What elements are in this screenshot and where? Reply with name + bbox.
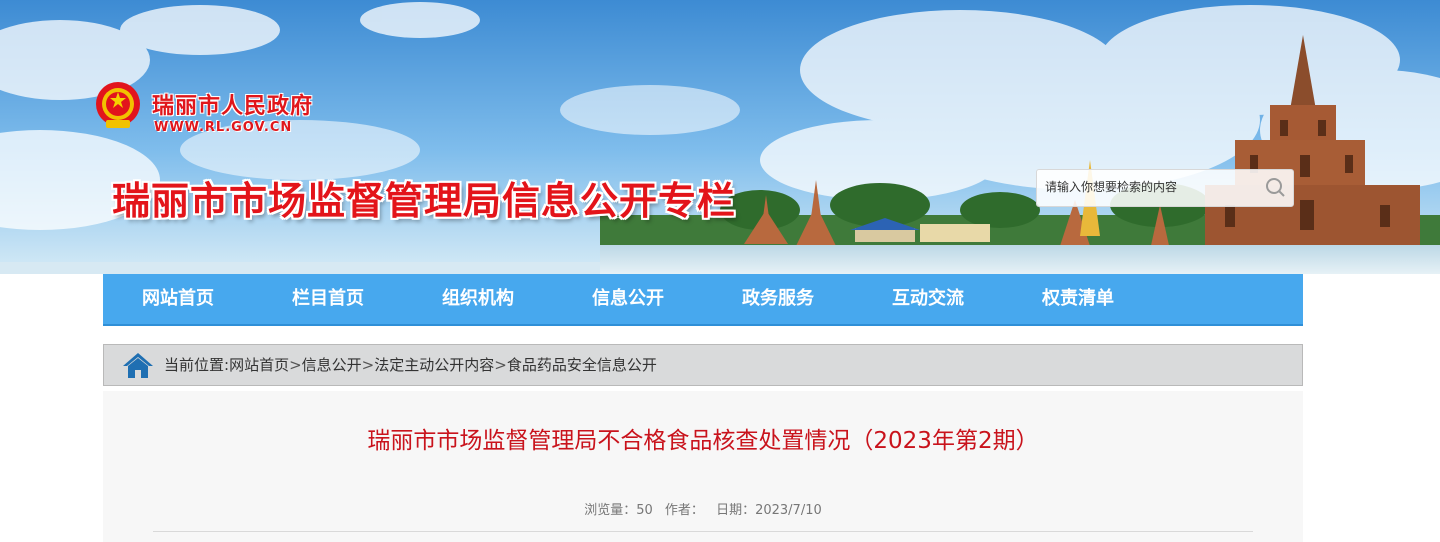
header-banner: 瑞丽市人民政府 WWW.RL.GOV.CN 瑞丽市市场监督管理局信息公开专栏 <box>0 0 1440 274</box>
breadcrumb-separator: > <box>361 356 375 374</box>
breadcrumb-trail: 当前位置:网站首页>信息公开>法定主动公开内容>食品药品安全信息公开 <box>164 345 657 385</box>
views-label: 浏览量：50 <box>584 503 653 518</box>
search-box <box>1036 169 1294 207</box>
national-emblem-logo <box>96 82 140 128</box>
search-input[interactable] <box>1045 170 1255 204</box>
publish-date: 2023/7/10 <box>755 503 822 518</box>
breadcrumb-separator: > <box>289 356 302 374</box>
search-icon[interactable] <box>1263 175 1287 199</box>
site-name[interactable]: 瑞丽市人民政府 <box>152 88 313 120</box>
nav-item-organization[interactable]: 组织机构 <box>403 274 553 324</box>
article-title: 瑞丽市市场监督管理局不合格食品核查处置情况（2023年第2期） <box>367 428 1039 454</box>
breadcrumb-separator: > <box>494 356 507 374</box>
nav-item-info-disclosure[interactable]: 信息公开 <box>553 274 703 324</box>
breadcrumb-link-home[interactable]: 网站首页 <box>229 356 289 374</box>
article-panel: 瑞丽市市场监督管理局不合格食品核查处置情况（2023年第2期） 浏览量：50 作… <box>103 391 1303 542</box>
nav-item-responsibility-list[interactable]: 权责清单 <box>1003 274 1153 324</box>
breadcrumb-link-info-disclosure[interactable]: 信息公开 <box>302 356 362 374</box>
author-label: 作者： <box>664 503 704 518</box>
banner-scenery <box>0 0 1440 274</box>
breadcrumb: 当前位置:网站首页>信息公开>法定主动公开内容>食品药品安全信息公开 <box>103 344 1303 386</box>
site-url[interactable]: WWW.RL.GOV.CN <box>154 120 292 135</box>
home-icon <box>123 353 153 378</box>
article-meta: 浏览量：50 作者： 日期：2023/7/10 <box>103 499 1303 518</box>
banner-title: 瑞丽市市场监督管理局信息公开专栏 <box>112 179 737 223</box>
breadcrumb-link-food-drug-safety[interactable]: 食品药品安全信息公开 <box>507 356 657 374</box>
views-count: 50 <box>636 503 653 518</box>
nav-item-home[interactable]: 网站首页 <box>103 274 253 324</box>
divider <box>153 531 1253 532</box>
nav-item-column-home[interactable]: 栏目首页 <box>253 274 403 324</box>
nav-item-gov-services[interactable]: 政务服务 <box>703 274 853 324</box>
breadcrumb-link-statutory-content[interactable]: 法定主动公开内容 <box>374 356 494 374</box>
breadcrumb-prefix: 当前位置: <box>164 356 230 374</box>
nav-item-interaction[interactable]: 互动交流 <box>853 274 1003 324</box>
main-nav: 网站首页 栏目首页 组织机构 信息公开 政务服务 互动交流 权责清单 <box>103 274 1303 326</box>
date-label: 日期：2023/7/10 <box>716 503 822 518</box>
